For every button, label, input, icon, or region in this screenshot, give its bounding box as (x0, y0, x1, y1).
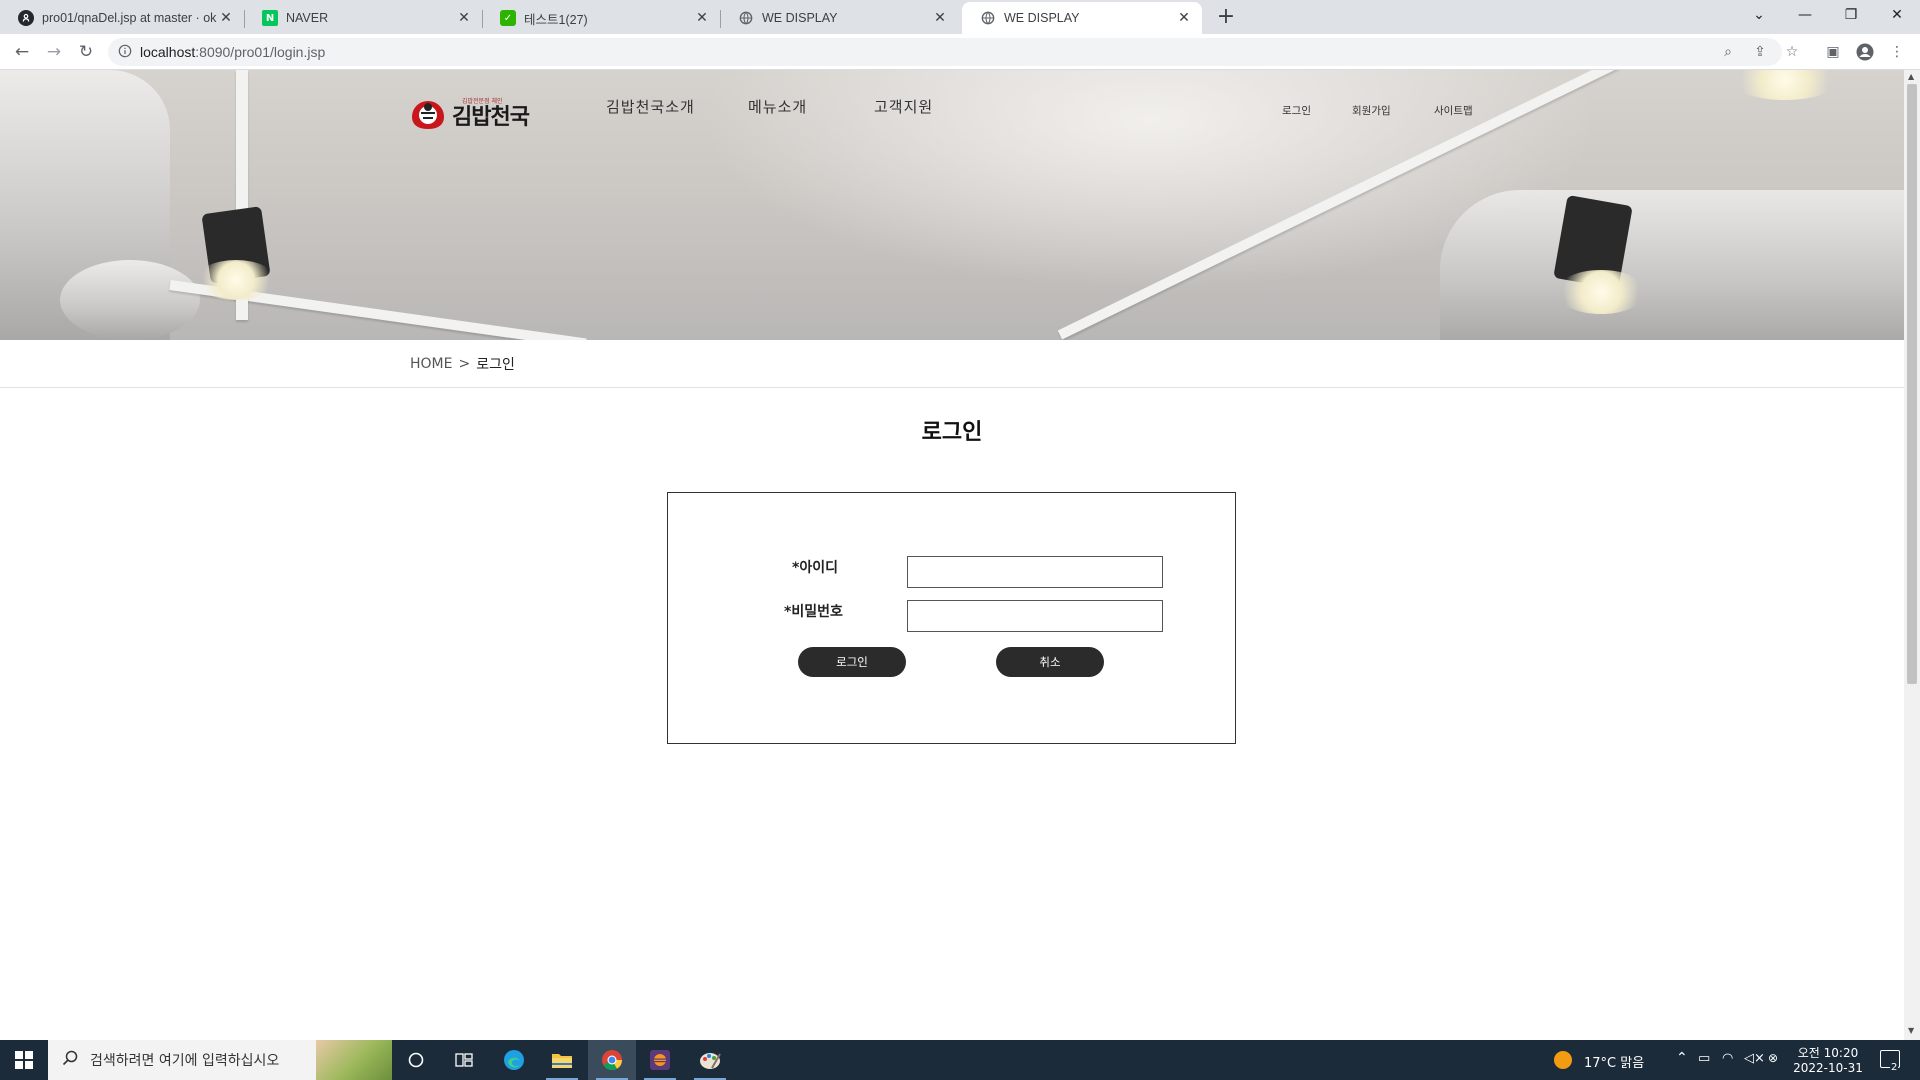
windows-taskbar: 검색하려면 여기에 입력하십시오 17°C 맑음 ⌃ ▭ ◠ ◁× ⊗ 오전 1… (0, 1040, 1920, 1080)
eclipse-icon[interactable] (636, 1040, 684, 1080)
tab-search-icon[interactable]: ⌄ (1736, 0, 1782, 30)
search-placeholder: 검색하려면 여기에 입력하십시오 (90, 1053, 280, 1069)
password-input[interactable] (907, 600, 1163, 632)
wifi-icon[interactable]: ◠ (1722, 1051, 1733, 1066)
nav-item-menu[interactable]: 메뉴소개 (748, 96, 807, 117)
clock-time[interactable]: 오전 10:20 (1796, 1044, 1860, 1061)
scroll-thumb[interactable] (1907, 84, 1917, 684)
breadcrumb-separator: > (458, 356, 471, 372)
close-icon[interactable]: ✕ (456, 10, 472, 26)
hero-banner: 김밥천국 김밥전문점 체인 김밥천국소개 메뉴소개 고객지원 로그인 회원가입 … (0, 70, 1904, 340)
side-panel-icon[interactable]: ▣ (1823, 42, 1843, 62)
minimize-button[interactable]: — (1782, 0, 1828, 30)
ceiling-duct (1440, 190, 1904, 340)
clock-date[interactable]: 2022-10-31 (1792, 1061, 1864, 1075)
page-scrollbar[interactable]: ▲ ▼ (1904, 70, 1920, 1040)
globe-icon (738, 10, 754, 26)
ceiling-duct (60, 260, 200, 340)
logo-tagline: 김밥전문점 체인 (462, 98, 503, 105)
nav-item-support[interactable]: 고객지원 (874, 96, 933, 117)
login-button[interactable]: 로그인 (798, 647, 906, 677)
task-view-icon[interactable] (440, 1040, 488, 1080)
restore-button[interactable]: ❐ (1828, 0, 1874, 30)
id-label: *아이디 (792, 560, 838, 576)
url-text: localhost:8090/pro01/login.jsp (140, 44, 326, 60)
globe-icon (980, 10, 996, 26)
profile-icon[interactable] (1855, 42, 1875, 62)
address-bar[interactable]: localhost:8090/pro01/login.jsp (108, 38, 1782, 66)
tab-title: NAVER (286, 11, 329, 25)
search-highlight-image (316, 1040, 392, 1080)
site-logo[interactable]: 김밥천국 김밥전문점 체인 (408, 94, 540, 136)
tab-title: WE DISPLAY (762, 11, 838, 25)
tab-title: pro01/qnaDel.jsp at master · ok (42, 11, 217, 25)
password-label: *비밀번호 (784, 604, 843, 620)
edge-icon[interactable] (490, 1040, 538, 1080)
forward-icon[interactable]: → (42, 40, 66, 64)
tab-github[interactable]: pro01/qnaDel.jsp at master · ok ✕ (0, 2, 244, 34)
share-icon[interactable]: ⇪ (1750, 42, 1770, 62)
util-link-sitemap[interactable]: 사이트맵 (1434, 103, 1473, 118)
file-explorer-icon[interactable] (538, 1040, 586, 1080)
cancel-button[interactable]: 취소 (996, 647, 1104, 677)
close-icon[interactable]: ✕ (694, 10, 710, 26)
breadcrumb-current: 로그인 (476, 357, 515, 373)
chrome-icon[interactable] (588, 1040, 636, 1080)
close-window-button[interactable]: ✕ (1874, 0, 1920, 30)
notification-count: 2 (1890, 1062, 1899, 1073)
zoom-icon[interactable]: ⌕ (1718, 42, 1738, 62)
chat-icon: ✓ (500, 10, 516, 26)
cortana-icon[interactable] (392, 1040, 440, 1080)
tab-title: 테스트1(27) (524, 12, 588, 27)
weather-text[interactable]: 17°C 맑음 (1584, 1052, 1644, 1071)
info-icon[interactable] (118, 43, 132, 62)
browser-tab-strip: pro01/qnaDel.jsp at master · ok ✕ N NAVE… (0, 0, 1920, 34)
scroll-down-icon[interactable]: ▼ (1908, 1026, 1914, 1035)
meet-now-icon[interactable]: ▭ (1698, 1051, 1710, 1066)
reload-icon[interactable]: ↻ (74, 40, 98, 64)
menu-kebab-icon[interactable]: ⋮ (1887, 42, 1907, 62)
windows-start-icon[interactable] (0, 1040, 48, 1080)
tab-we-display-active[interactable]: WE DISPLAY ✕ (962, 2, 1202, 34)
page-title: 로그인 (921, 420, 983, 445)
page-viewport: 김밥천국 김밥전문점 체인 김밥천국소개 메뉴소개 고객지원 로그인 회원가입 … (0, 70, 1904, 1040)
browser-toolbar: ← → ↻ localhost:8090/pro01/login.jsp ⌕ ⇪… (0, 34, 1920, 70)
volume-muted-icon[interactable]: ◁× (1744, 1051, 1765, 1066)
bookmark-star-icon[interactable]: ☆ (1782, 42, 1802, 62)
taskbar-search[interactable]: 검색하려면 여기에 입력하십시오 (48, 1040, 392, 1080)
close-icon[interactable]: ✕ (932, 10, 948, 26)
tab-naver[interactable]: N NAVER ✕ (244, 2, 482, 34)
scroll-up-icon[interactable]: ▲ (1908, 72, 1914, 81)
id-input[interactable] (907, 556, 1163, 588)
paint-icon[interactable] (686, 1040, 734, 1080)
tab-chat[interactable]: ✓ 테스트1(27) ✕ (482, 2, 720, 34)
close-icon[interactable]: ✕ (1176, 10, 1192, 26)
weather-sun-icon[interactable] (1554, 1051, 1572, 1069)
github-icon (18, 10, 34, 26)
search-icon (62, 1050, 78, 1070)
close-icon[interactable]: ✕ (218, 10, 234, 26)
breadcrumb: HOME > 로그인 (410, 354, 515, 374)
breadcrumb-bar: HOME > 로그인 (0, 340, 1904, 388)
nav-item-about[interactable]: 김밥천국소개 (606, 96, 695, 117)
back-icon[interactable]: ← (10, 40, 34, 64)
util-link-join[interactable]: 회원가입 (1352, 103, 1391, 118)
tray-overflow-icon[interactable]: ⌃ (1676, 1050, 1688, 1066)
tab-we-display[interactable]: WE DISPLAY ✕ (720, 2, 958, 34)
login-form: *아이디 *비밀번호 로그인 취소 (667, 492, 1236, 744)
tab-title: WE DISPLAY (1004, 11, 1080, 25)
new-tab-button[interactable]: + (1214, 6, 1238, 30)
util-link-login[interactable]: 로그인 (1282, 103, 1311, 118)
naver-icon: N (262, 10, 278, 26)
breadcrumb-home[interactable]: HOME (410, 356, 452, 372)
network-error-icon[interactable]: ⊗ (1768, 1051, 1778, 1065)
logo-mascot-icon (408, 97, 448, 133)
